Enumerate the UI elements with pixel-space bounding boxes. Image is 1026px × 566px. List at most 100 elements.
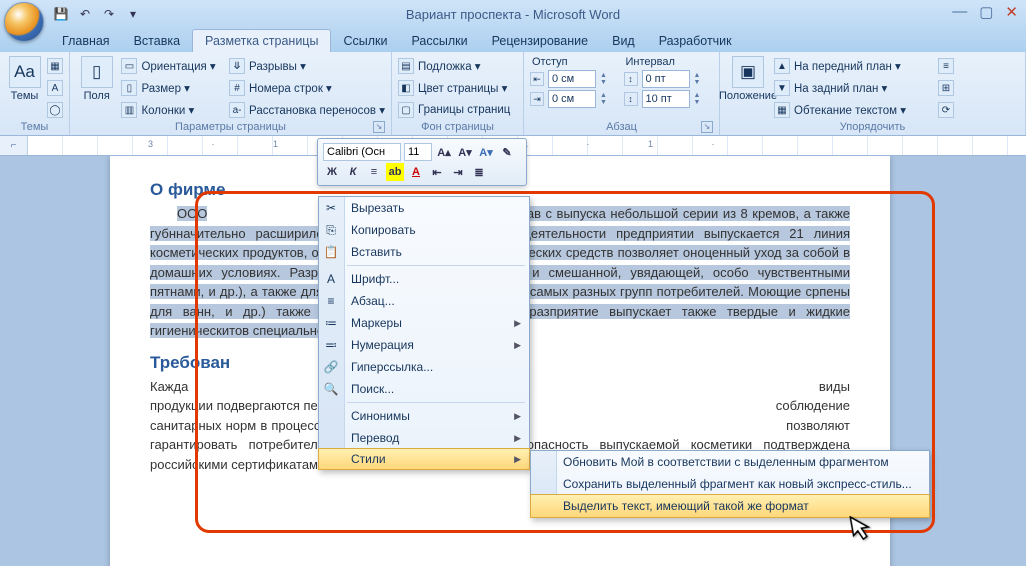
group-arrange-label: Упорядочить <box>726 120 1019 135</box>
orientation-button[interactable]: ▭Ориентация ▾ <box>121 56 225 76</box>
ctx-copy[interactable]: ⎘Копировать <box>319 219 529 241</box>
ctx-font[interactable]: AШрифт... <box>319 268 529 290</box>
hyphenation-button[interactable]: a-Расстановка переносов ▾ <box>229 100 385 120</box>
indent-left-spinner[interactable]: ⇤0 см▲▼ <box>530 70 620 88</box>
page-setup-launcher[interactable]: ↘ <box>373 121 385 133</box>
indent-title: Отступ <box>530 56 620 68</box>
group-paragraph-label: Абзац <box>606 121 637 133</box>
ctx-paste[interactable]: 📋Вставить <box>319 241 529 263</box>
bold-button[interactable]: Ж <box>323 163 341 181</box>
ctx-paste-label: Вставить <box>351 245 402 259</box>
tab-mailings[interactable]: Рассылки <box>399 30 479 52</box>
group-icon: ⊞ <box>938 80 954 96</box>
space-after-spinner[interactable]: ↕10 пт▲▼ <box>624 90 714 108</box>
increase-indent-button[interactable]: ⇥ <box>449 163 467 181</box>
watermark-button[interactable]: ▤Подложка ▾ <box>398 56 510 76</box>
minimize-button[interactable]: — <box>952 3 967 21</box>
page-borders-button[interactable]: ▢Границы страниц <box>398 100 510 120</box>
font-color-button[interactable]: A <box>407 163 425 181</box>
group-page-bg-label: Фон страницы <box>398 120 517 135</box>
find-icon: 🔍 <box>323 381 339 397</box>
tab-selector[interactable]: ⌐ <box>0 136 28 155</box>
theme-fonts-button[interactable]: A <box>47 78 63 98</box>
size-button[interactable]: ▯Размер ▾ <box>121 78 225 98</box>
ribbon-tabs: Главная Вставка Разметка страницы Ссылки… <box>0 28 1026 52</box>
margins-button[interactable]: ▯Поля <box>76 54 117 120</box>
title-bar: 💾 ↶ ↷ ▾ Вариант проспекта - Microsoft Wo… <box>0 0 1026 28</box>
close-button[interactable]: ✕ <box>1005 3 1018 21</box>
ctx-translate[interactable]: Перевод▶ <box>319 427 529 449</box>
ctx-paragraph[interactable]: ≡Абзац... <box>319 290 529 312</box>
horizontal-ruler[interactable]: 3 · 1 · 2 · 1 · 1 · 5 · 6 · 7 · 8 · 9 · … <box>28 136 1026 155</box>
text-wrap-button[interactable]: ▦Обтекание текстом ▾ <box>774 100 934 120</box>
themes-button[interactable]: Aa Темы <box>6 54 43 120</box>
sub-update-style[interactable]: Обновить Мой в соответствии с выделенным… <box>531 451 929 473</box>
maximize-button[interactable]: ▢ <box>979 3 993 21</box>
sub-save-style[interactable]: Сохранить выделенный фрагмент как новый … <box>531 473 929 495</box>
paragraph-launcher[interactable]: ↘ <box>701 121 713 133</box>
palette-icon: ▦ <box>47 58 63 74</box>
spacing-title: Интервал <box>624 56 714 68</box>
ctx-synonyms-label: Синонимы <box>351 409 410 423</box>
theme-colors-button[interactable]: ▦ <box>47 56 63 76</box>
ctx-styles[interactable]: Стили▶ <box>318 448 530 470</box>
ctx-bullets[interactable]: ≔Маркеры▶ <box>319 312 529 334</box>
space-after-icon: ↕ <box>624 92 638 106</box>
page-color-label: Цвет страницы ▾ <box>418 81 507 95</box>
align-button[interactable]: ≡ <box>938 56 954 76</box>
ctx-cut[interactable]: ✂Вырезать <box>319 197 529 219</box>
bring-front-button[interactable]: ▲На передний план ▾ <box>774 56 934 76</box>
page-borders-label: Границы страниц <box>418 104 510 116</box>
context-menu: ✂Вырезать ⎘Копировать 📋Вставить AШрифт..… <box>318 196 530 470</box>
ctx-synonyms[interactable]: Синонимы▶ <box>319 405 529 427</box>
ctx-find[interactable]: 🔍Поиск... <box>319 378 529 400</box>
line-numbers-button[interactable]: # Номера строк ▾ <box>229 78 385 98</box>
grow-font-button[interactable]: A▴ <box>435 143 453 161</box>
ctx-numbering[interactable]: ≕Нумерация▶ <box>319 334 529 356</box>
ctx-hyperlink[interactable]: 🔗Гиперссылка... <box>319 356 529 378</box>
font-icon: A <box>47 80 63 96</box>
indent-right-spinner[interactable]: ⇥0 см▲▼ <box>530 90 620 108</box>
breaks-button[interactable]: ⤋Разрывы ▾ <box>229 56 385 76</box>
group-button[interactable]: ⊞ <box>938 78 954 98</box>
send-back-button[interactable]: ▼На задний план ▾ <box>774 78 934 98</box>
tab-developer[interactable]: Разработчик <box>647 30 744 52</box>
center-button[interactable]: ≡ <box>365 163 383 181</box>
rotate-icon: ⟳ <box>938 102 954 118</box>
mini-font-name[interactable]: Calibri (Осн <box>323 143 401 161</box>
decrease-indent-button[interactable]: ⇤ <box>428 163 446 181</box>
office-button[interactable] <box>4 2 44 42</box>
paragraph-dialog-icon: ≡ <box>323 293 339 309</box>
tab-references[interactable]: Ссылки <box>331 30 399 52</box>
columns-button[interactable]: ▥ Колонки ▾ <box>121 100 225 120</box>
window-title: Вариант проспекта - Microsoft Word <box>0 7 1026 22</box>
theme-effects-button[interactable]: ◯ <box>47 100 63 120</box>
ribbon: Aa Темы ▦ A ◯ Темы ▯Поля ▭Ориентация ▾ ▯… <box>0 52 1026 136</box>
send-back-icon: ▼ <box>774 80 790 96</box>
page-color-button[interactable]: ◧Цвет страницы ▾ <box>398 78 510 98</box>
mini-font-size[interactable]: 11 <box>404 143 432 161</box>
space-before-value: 0 пт <box>642 70 690 88</box>
position-button[interactable]: ▣Положение <box>726 54 770 120</box>
hyperlink-icon: 🔗 <box>323 359 339 375</box>
size-label: Размер ▾ <box>141 81 190 95</box>
bring-front-label: На передний план ▾ <box>794 59 901 73</box>
line-numbers-icon: # <box>229 80 245 96</box>
bullets-mini-button[interactable]: ≣ <box>470 163 488 181</box>
line-numbers-label: Номера строк ▾ <box>249 81 332 95</box>
rotate-button[interactable]: ⟳ <box>938 100 954 120</box>
indent-right-value: 0 см <box>548 90 596 108</box>
columns-label: Колонки ▾ <box>141 103 194 117</box>
tab-home[interactable]: Главная <box>50 30 122 52</box>
italic-button[interactable]: К <box>344 163 362 181</box>
tab-view[interactable]: Вид <box>600 30 647 52</box>
tab-page-layout[interactable]: Разметка страницы <box>192 29 331 52</box>
highlight-button[interactable]: ab <box>386 163 404 181</box>
columns-icon: ▥ <box>121 102 137 118</box>
shrink-font-button[interactable]: A▾ <box>456 143 474 161</box>
tab-insert[interactable]: Вставка <box>122 30 192 52</box>
format-painter-button[interactable]: ✎ <box>498 143 516 161</box>
space-before-spinner[interactable]: ↕0 пт▲▼ <box>624 70 714 88</box>
tab-review[interactable]: Рецензирование <box>480 30 601 52</box>
change-case-button[interactable]: A▾ <box>477 143 495 161</box>
